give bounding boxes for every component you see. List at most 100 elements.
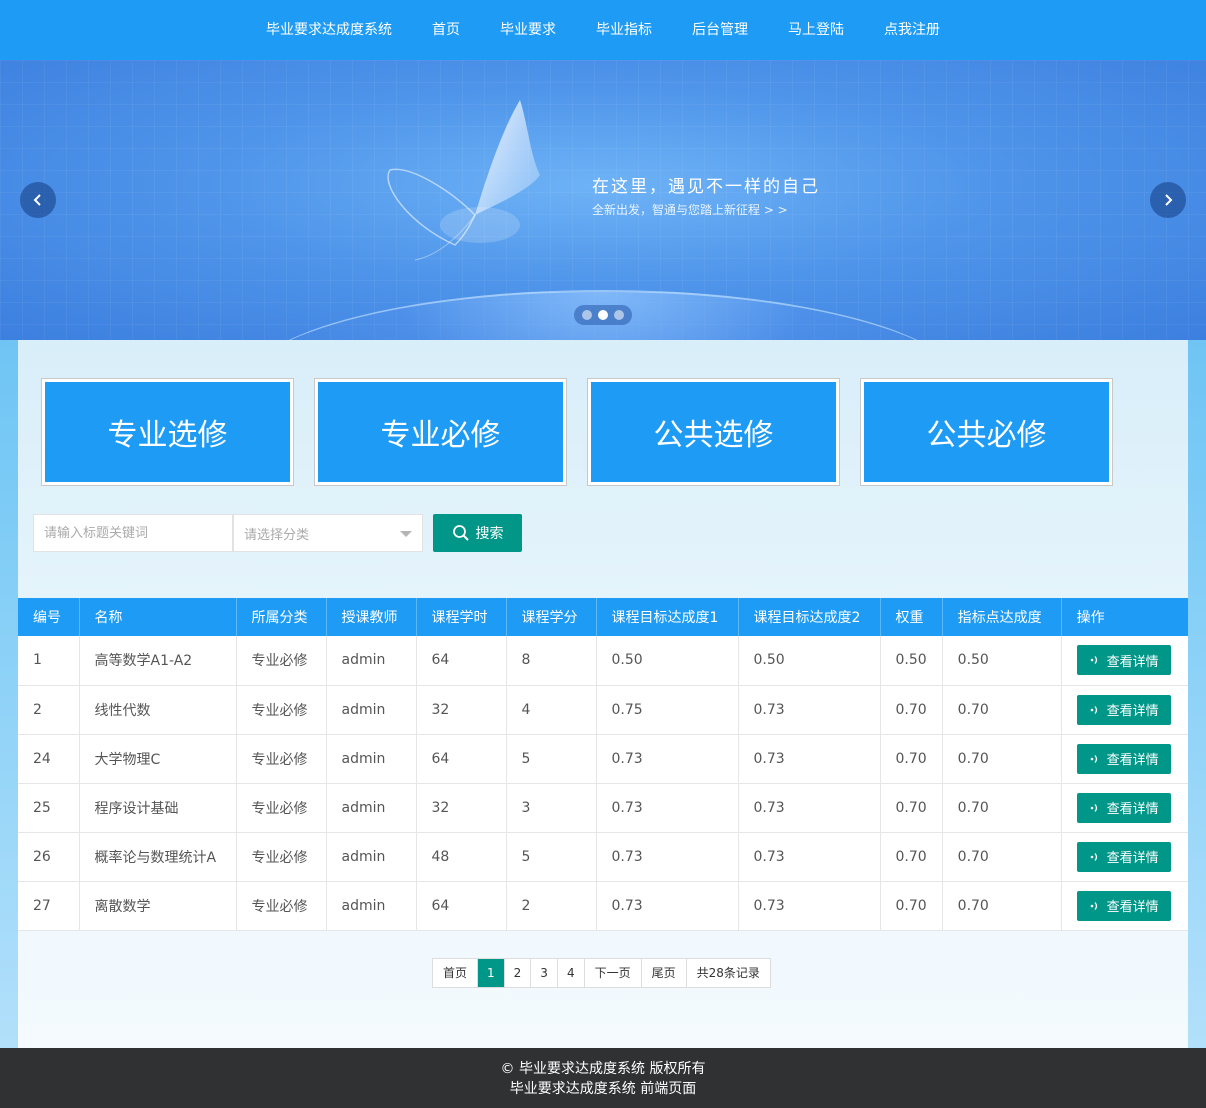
category-public-elective[interactable]: 公共选修 bbox=[587, 378, 840, 486]
cell-credits: 3 bbox=[506, 783, 597, 833]
broadcast-icon bbox=[1090, 901, 1097, 910]
col-header-teacher: 授课教师 bbox=[326, 598, 417, 636]
carousel-next-button[interactable] bbox=[1150, 182, 1186, 218]
nav-item-indicators[interactable]: 毕业指标 bbox=[576, 0, 672, 60]
search-button[interactable]: 搜索 bbox=[433, 514, 522, 552]
cell-hours: 64 bbox=[416, 734, 507, 784]
pagination-first[interactable]: 首页 bbox=[433, 959, 479, 987]
view-details-label: 查看详情 bbox=[1106, 851, 1159, 866]
carousel-dot-1[interactable] bbox=[582, 310, 592, 320]
nav-item-home[interactable]: 首页 bbox=[412, 0, 480, 60]
category-label: 公共必修 bbox=[864, 382, 1109, 482]
view-details-label: 查看详情 bbox=[1106, 900, 1159, 915]
search-input[interactable] bbox=[33, 514, 233, 552]
col-header-index: 指标点达成度 bbox=[942, 598, 1062, 636]
cell-action: 查看详情 bbox=[1061, 636, 1188, 686]
cell-teacher: admin bbox=[326, 881, 417, 931]
col-header-goal2: 课程目标达成度2 bbox=[738, 598, 881, 636]
cell-goal2: 0.50 bbox=[738, 636, 881, 686]
chevron-left-icon bbox=[33, 194, 41, 206]
table-row: 27 离散数学 专业必修 admin 64 2 0.73 0.73 0.70 0… bbox=[18, 881, 1188, 931]
cell-goal1: 0.73 bbox=[596, 881, 739, 931]
course-table: 编号 名称 所属分类 授课教师 课程学时 课程学分 课程目标达成度1 课程目标达… bbox=[18, 598, 1188, 931]
cell-credits: 5 bbox=[506, 832, 597, 882]
carousel-dot-3[interactable] bbox=[614, 310, 624, 320]
view-details-button[interactable]: 查看详情 bbox=[1076, 645, 1171, 676]
view-details-button[interactable]: 查看详情 bbox=[1076, 792, 1171, 823]
pagination: 首页 1 2 3 4 下一页 尾页 共28条记录 bbox=[432, 958, 771, 988]
cell-name: 离散数学 bbox=[79, 881, 237, 931]
cell-name: 概率论与数理统计A bbox=[79, 832, 237, 882]
nav-item-login[interactable]: 马上登陆 bbox=[768, 0, 864, 60]
view-details-label: 查看详情 bbox=[1106, 753, 1159, 768]
cell-index: 0.70 bbox=[942, 783, 1062, 833]
cell-category: 专业必修 bbox=[236, 783, 327, 833]
cell-goal2: 0.73 bbox=[738, 881, 881, 931]
category-label: 专业选修 bbox=[45, 382, 290, 482]
nav-item-requirements[interactable]: 毕业要求 bbox=[480, 0, 576, 60]
cell-weight: 0.50 bbox=[880, 636, 943, 686]
cell-weight: 0.70 bbox=[880, 881, 943, 931]
table-row: 24 大学物理C 专业必修 admin 64 5 0.73 0.73 0.70 … bbox=[18, 734, 1188, 784]
cell-name: 程序设计基础 bbox=[79, 783, 237, 833]
col-header-credits: 课程学分 bbox=[506, 598, 597, 636]
cell-goal1: 0.73 bbox=[596, 832, 739, 882]
cell-id: 25 bbox=[18, 783, 80, 833]
cell-hours: 48 bbox=[416, 832, 507, 882]
cell-id: 26 bbox=[18, 832, 80, 882]
view-details-button[interactable]: 查看详情 bbox=[1076, 841, 1171, 872]
carousel-prev-button[interactable] bbox=[20, 182, 56, 218]
cell-credits: 4 bbox=[506, 685, 597, 735]
category-public-required[interactable]: 公共必修 bbox=[860, 378, 1113, 486]
category-professional-required[interactable]: 专业必修 bbox=[314, 378, 567, 486]
category-label: 专业必修 bbox=[318, 382, 563, 482]
category-professional-elective[interactable]: 专业选修 bbox=[41, 378, 294, 486]
nav-item-admin[interactable]: 后台管理 bbox=[672, 0, 768, 60]
col-header-name: 名称 bbox=[79, 598, 237, 636]
pagination-page-2[interactable]: 2 bbox=[505, 959, 532, 987]
search-icon bbox=[452, 525, 469, 541]
cell-action: 查看详情 bbox=[1061, 832, 1188, 882]
cell-weight: 0.70 bbox=[880, 783, 943, 833]
cell-category: 专业必修 bbox=[236, 881, 327, 931]
category-select[interactable]: 请选择分类 bbox=[233, 514, 423, 552]
cell-action: 查看详情 bbox=[1061, 881, 1188, 931]
footer-subtitle: 毕业要求达成度系统 前端页面 bbox=[509, 1081, 697, 1097]
pagination-page-3[interactable]: 3 bbox=[531, 959, 558, 987]
banner-sub-slogan[interactable]: 全新出发，智通与您踏上新征程 > > bbox=[592, 201, 788, 218]
nav-item-site-title[interactable]: 毕业要求达成度系统 bbox=[246, 0, 412, 60]
cell-action: 查看详情 bbox=[1061, 685, 1188, 735]
cell-teacher: admin bbox=[326, 734, 417, 784]
pagination-page-4[interactable]: 4 bbox=[558, 959, 585, 987]
cell-id: 2 bbox=[18, 685, 80, 735]
pagination-page-1[interactable]: 1 bbox=[478, 959, 505, 987]
table-header-row: 编号 名称 所属分类 授课教师 课程学时 课程学分 课程目标达成度1 课程目标达… bbox=[18, 598, 1188, 636]
col-header-id: 编号 bbox=[18, 598, 80, 636]
broadcast-icon bbox=[1090, 656, 1097, 665]
nav-item-register[interactable]: 点我注册 bbox=[864, 0, 960, 60]
cell-teacher: admin bbox=[326, 783, 417, 833]
pagination-last[interactable]: 尾页 bbox=[642, 959, 687, 987]
footer-copyright: © 毕业要求达成度系统 版权所有 bbox=[500, 1061, 706, 1077]
top-nav: 毕业要求达成度系统 首页 毕业要求 毕业指标 后台管理 马上登陆 点我注册 bbox=[0, 0, 1206, 60]
pagination-total: 共28条记录 bbox=[696, 966, 760, 980]
cell-index: 0.70 bbox=[942, 832, 1062, 882]
view-details-button[interactable]: 查看详情 bbox=[1076, 743, 1171, 774]
cell-goal1: 0.75 bbox=[596, 685, 739, 735]
caret-down-icon bbox=[400, 531, 412, 537]
view-details-label: 查看详情 bbox=[1106, 654, 1159, 670]
col-header-hours: 课程学时 bbox=[416, 598, 507, 636]
table-row: 26 概率论与数理统计A 专业必修 admin 48 5 0.73 0.73 0… bbox=[18, 832, 1188, 882]
chevron-right-icon bbox=[1165, 194, 1173, 206]
banner-slogan: 在这里，遇见不一样的自己 bbox=[592, 177, 820, 197]
view-details-label: 查看详情 bbox=[1106, 704, 1159, 719]
cell-weight: 0.70 bbox=[880, 832, 943, 882]
pagination-next[interactable]: 下一页 bbox=[585, 959, 642, 987]
cell-goal1: 0.73 bbox=[596, 783, 739, 833]
category-label: 公共选修 bbox=[591, 382, 836, 482]
view-details-button[interactable]: 查看详情 bbox=[1076, 694, 1171, 725]
carousel-dot-2[interactable] bbox=[598, 310, 608, 320]
view-details-button[interactable]: 查看详情 bbox=[1076, 890, 1171, 921]
cell-goal2: 0.73 bbox=[738, 685, 881, 735]
cell-goal2: 0.73 bbox=[738, 832, 881, 882]
